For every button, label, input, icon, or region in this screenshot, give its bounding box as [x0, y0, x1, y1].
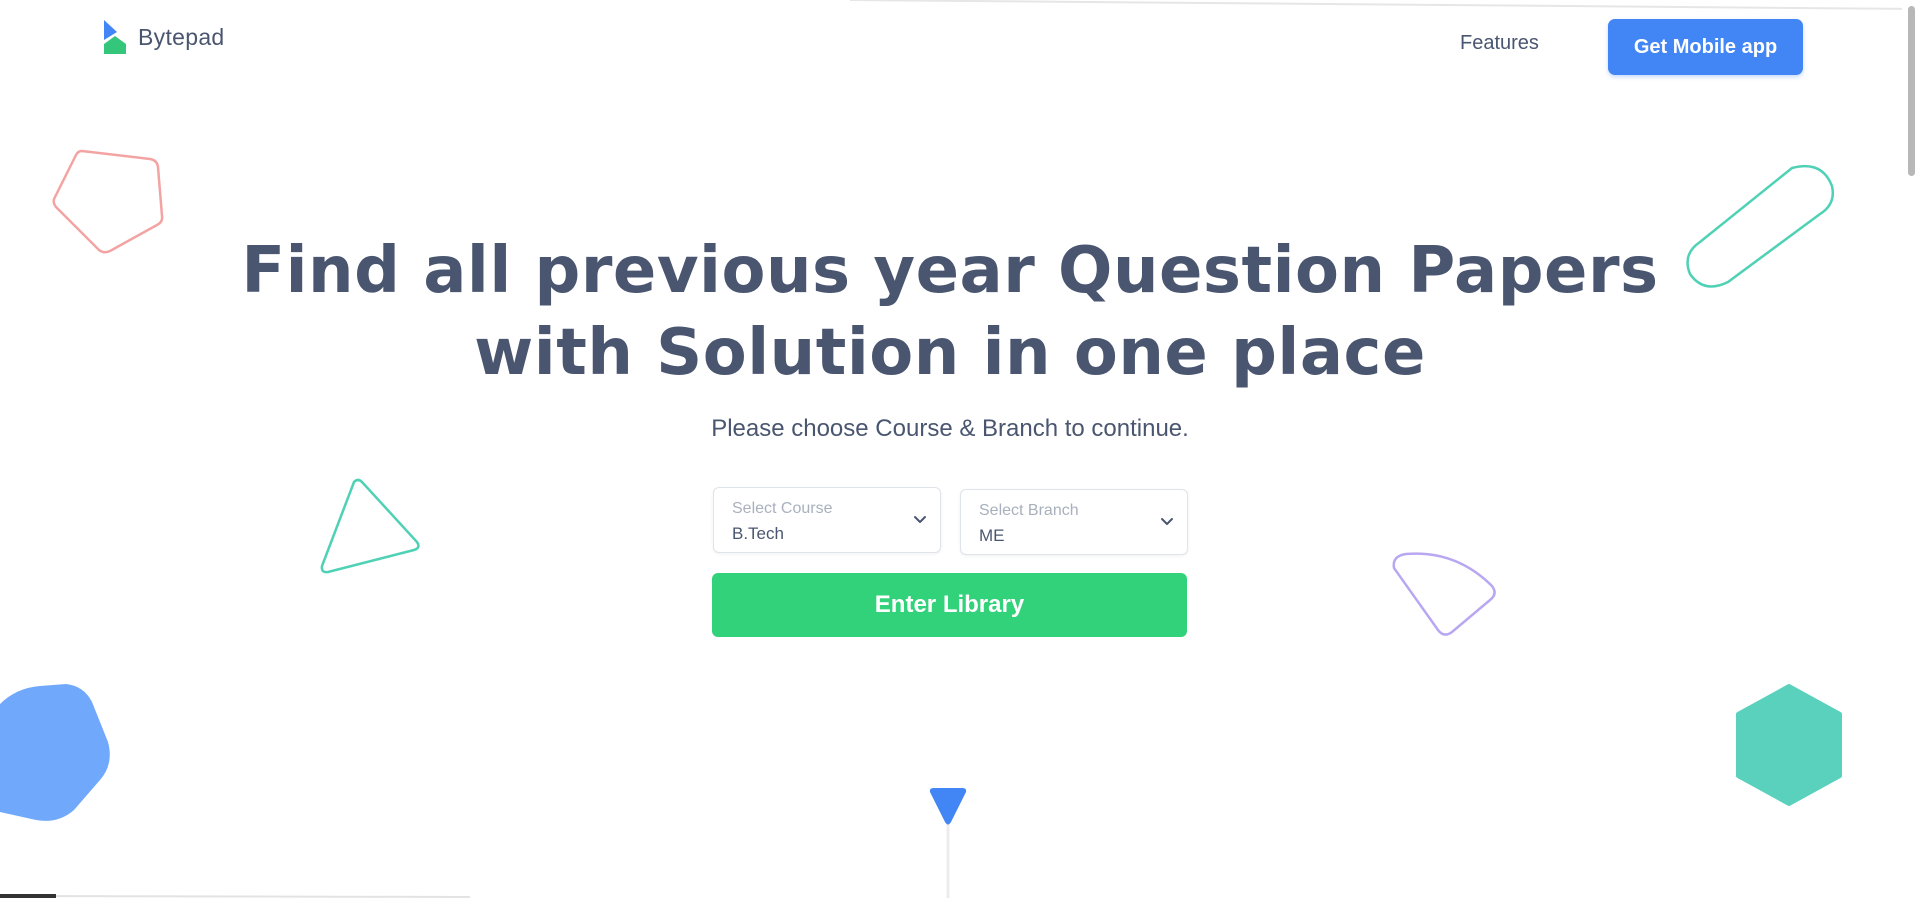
branch-select[interactable]: Select Branch ME [960, 489, 1188, 555]
course-select-label: Select Course [732, 500, 833, 517]
brand-logo[interactable]: Bytepad [102, 20, 225, 54]
title-line-2: with Solution in one place [474, 316, 1426, 390]
page-subtitle: Please choose Course & Branch to continu… [711, 415, 1189, 442]
blue-blob-shape [0, 684, 110, 821]
course-select-value: B.Tech [732, 524, 784, 543]
branch-select-value: ME [979, 526, 1005, 545]
chevron-down-icon [914, 516, 926, 523]
title-line-1: Find all previous year Question Papers [241, 234, 1659, 308]
get-mobile-app-button[interactable]: Get Mobile app [1608, 19, 1803, 75]
scroll-down-icon[interactable] [925, 786, 971, 898]
edge-line-bottom [0, 894, 470, 898]
brand-name: Bytepad [138, 23, 225, 50]
chevron-down-icon [1161, 518, 1173, 525]
nav-features-link[interactable]: Features [1460, 32, 1539, 55]
fan-outline-shape [1392, 552, 1496, 636]
page-title: Find all previous year Question Papers w… [0, 230, 1900, 394]
scrollbar-thumb[interactable] [1908, 6, 1915, 176]
enter-library-button[interactable]: Enter Library [712, 573, 1187, 637]
edge-line-top [850, 0, 1919, 10]
bytepad-logo-icon [104, 20, 126, 54]
course-select[interactable]: Select Course B.Tech [713, 487, 941, 553]
green-hexagon-shape [1736, 684, 1842, 806]
page-scrollbar[interactable] [1902, 0, 1919, 898]
branch-select-label: Select Branch [979, 502, 1079, 519]
triangle-outline-shape [320, 478, 420, 574]
